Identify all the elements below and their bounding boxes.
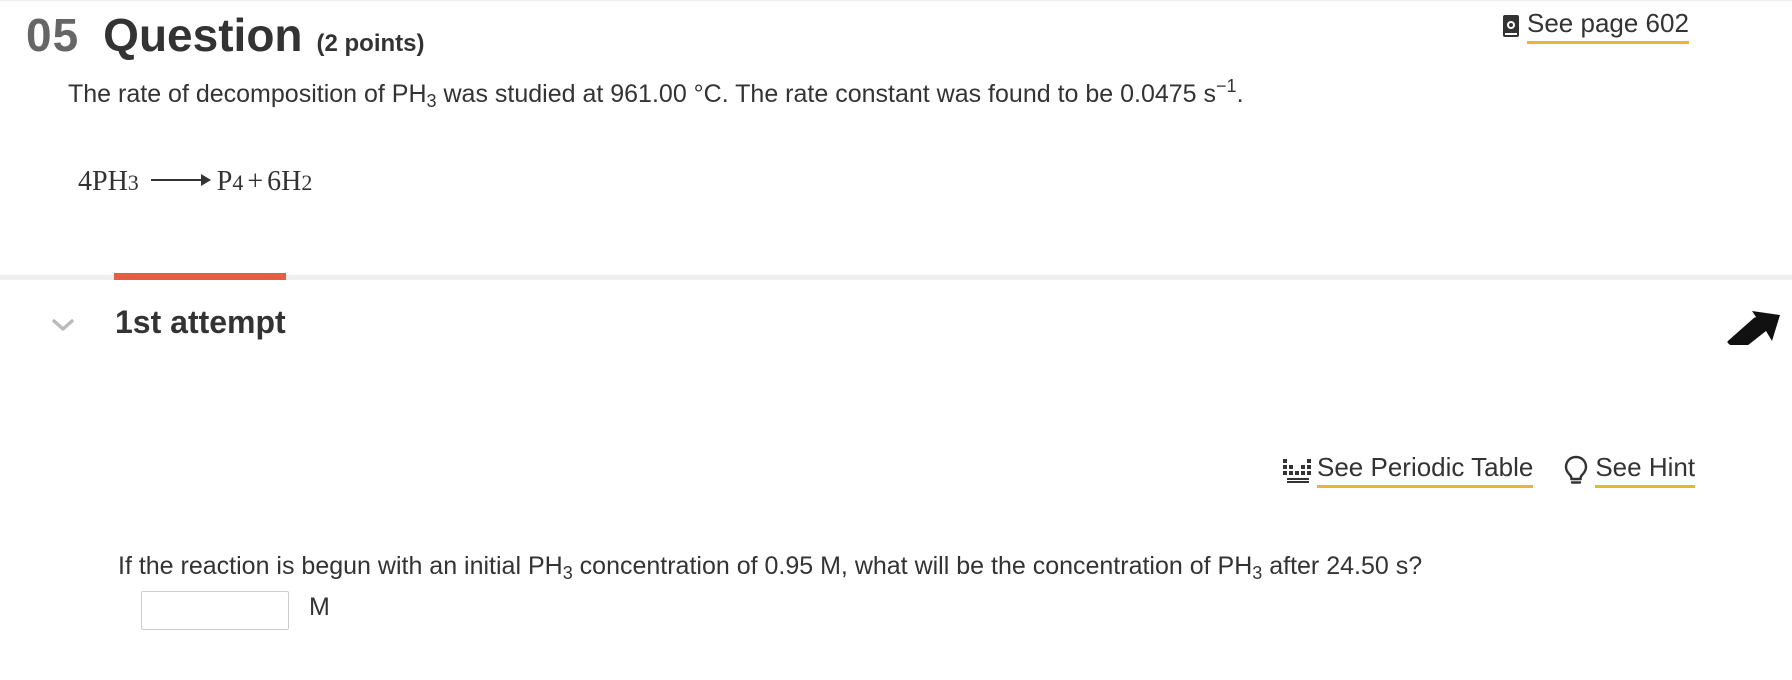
question-title: Question: [103, 9, 303, 61]
question-tools: See Periodic Table See Hint: [1283, 452, 1696, 488]
answer-input[interactable]: [141, 591, 289, 630]
cursor-arrow-icon: [1726, 305, 1782, 353]
attempt-title: 1st attempt: [115, 304, 286, 340]
question-prompt: If the reaction is begun with an initial…: [118, 552, 1423, 583]
lightbulb-icon: [1565, 455, 1588, 484]
answer-unit-label: M: [309, 593, 330, 621]
attempt-tab-indicator[interactable]: [114, 273, 286, 280]
periodic-table-icon: [1283, 459, 1311, 483]
question-header: 05 Question (2 points): [26, 8, 425, 62]
see-page-link[interactable]: See page 602: [1503, 8, 1689, 44]
reaction-arrow-icon: [150, 174, 211, 186]
see-periodic-table-button[interactable]: See Periodic Table: [1283, 452, 1534, 488]
ebook-icon: [1503, 15, 1519, 37]
see-hint-label[interactable]: See Hint: [1595, 452, 1696, 488]
see-page-label[interactable]: See page 602: [1527, 8, 1689, 44]
question-points: (2 points): [316, 30, 425, 57]
reaction-equation: 4PH 3 P4 + 6H 2: [78, 166, 313, 197]
top-divider: [0, 0, 1792, 1]
problem-statement: The rate of decomposition of PH3 was stu…: [68, 76, 1244, 111]
see-hint-button[interactable]: See Hint: [1563, 452, 1696, 488]
see-periodic-table-label[interactable]: See Periodic Table: [1317, 452, 1534, 488]
question-number: 05: [26, 9, 80, 61]
chevron-down-icon[interactable]: [52, 317, 74, 333]
